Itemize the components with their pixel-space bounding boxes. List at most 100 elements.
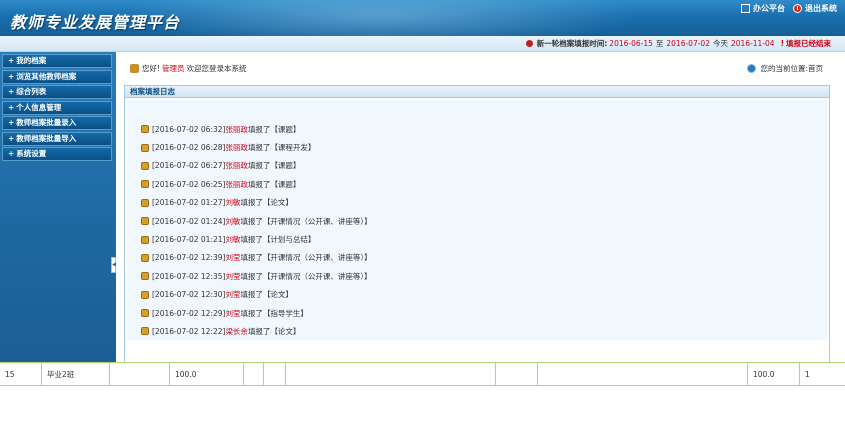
power-icon (793, 4, 802, 13)
plus-icon: + (8, 133, 15, 143)
document-icon (141, 125, 149, 134)
sidebar-item-batch-import[interactable]: + 教师档案批量导入 (2, 131, 112, 146)
plus-icon: + (8, 56, 15, 65)
log-time: [2016-07-02 01:24] (152, 216, 226, 226)
log-user: 刘莹 (225, 271, 241, 281)
table-cell: 毕业2班 (42, 363, 110, 386)
log-user: 刘莹 (225, 308, 241, 318)
log-action: 填报了 (240, 253, 263, 263)
sidebar-item-batch-entry[interactable]: + 教师档案批量录入 (2, 116, 112, 130)
table-cell: 100.0 (170, 363, 244, 386)
log-action: 填报了 (240, 216, 263, 226)
log-action: 填报了 (247, 143, 271, 153)
logout-label: 退出系统 (805, 4, 837, 13)
app-title: 教师专业发展管理平台 (10, 13, 181, 32)
plus-icon: + (8, 71, 15, 81)
log-user: 刘莹 (225, 253, 241, 263)
sidebar-item-my-archive[interactable]: + 我的档案 (2, 54, 112, 68)
table-cell: 100.0 (748, 363, 800, 386)
list-item: [2016-07-02 12:35] 刘莹 填报了 【开课情况（公开课、讲座等）】 (141, 267, 372, 285)
plus-icon: + (8, 87, 15, 96)
log-action: 填报了 (240, 198, 263, 208)
end-date: 2016-07-02 (666, 39, 710, 48)
document-icon (141, 161, 149, 170)
list-item: [2016-07-02 12:30] 刘莹 填报了 【论文】 (141, 286, 372, 304)
log-time: [2016-07-02 12:30] (152, 290, 226, 300)
log-action: 填报了 (240, 235, 263, 245)
log-item-type: 【课程开发】 (270, 143, 316, 153)
sidebar-item-label: 系统设置 (16, 149, 47, 158)
office-platform-label: 办公平台 (753, 4, 785, 13)
log-item-type: 【课题】 (270, 179, 301, 189)
list-item: [2016-07-02 06:25] 张丽政 填报了 【课题】 (141, 175, 372, 193)
log-action: 填报了 (247, 179, 271, 189)
log-list: [2016-07-02 06:32] 张丽政 填报了 【课题】 [2016-07-02… (141, 120, 372, 341)
list-item: [2016-07-02 01:27] 刘敏 填报了 【论文】 (141, 194, 372, 212)
log-item-type: 【指导学生】 (262, 308, 308, 318)
sidebar-item-label: 教师档案批量导入 (16, 133, 77, 143)
log-time: [2016-07-02 01:21] (152, 235, 226, 245)
status-text: 填报已经结束 (781, 38, 831, 49)
document-icon (141, 290, 149, 299)
log-time: [2016-07-02 06:28] (152, 143, 226, 153)
log-item-type: 【课题】 (270, 161, 301, 171)
list-item: [2016-07-02 01:21] 刘敏 填报了 【计划与总结】 (141, 230, 372, 248)
log-time: [2016-07-02 06:32] (152, 124, 226, 134)
table-cell (110, 363, 170, 386)
table-cell (286, 363, 496, 386)
app-window: 教师专业发展管理平台 办公平台 退出系统 新一轮档案填报时间: 2016-06-… (0, 0, 845, 440)
log-user: 梁长余 (225, 326, 248, 336)
sidebar-item-summary-list[interactable]: + 综合列表 (2, 85, 112, 99)
log-time: [2016-07-02 06:25] (152, 179, 226, 189)
sidebar-item-system-settings[interactable]: + 系统设置 (2, 147, 112, 161)
today-date: 2016-11-04 (730, 39, 775, 48)
breadcrumb: 您的当前位置: 首页 (747, 63, 823, 74)
sidebar-item-label: 我的档案 (16, 56, 47, 65)
sidebar-item-personal-info[interactable]: + 个人信息管理 (2, 100, 112, 115)
log-item-type: 【论文】 (262, 290, 293, 300)
log-item-type: 【开课情况（公开课、讲座等）】 (262, 271, 372, 281)
table-cell (264, 363, 286, 386)
log-item-type: 【论文】 (262, 198, 293, 208)
list-item: [2016-07-02 12:22] 梁长余 填报了 【论文】 (141, 322, 372, 340)
log-time: [2016-07-02 12:29] (152, 308, 226, 318)
list-item: [2016-07-02 06:32] 张丽政 填报了 【课题】 (141, 120, 372, 138)
today-label: 今天 (712, 39, 728, 48)
table-cell (244, 363, 264, 386)
office-platform-link[interactable]: 办公平台 (741, 3, 785, 14)
document-icon (141, 253, 149, 262)
log-item-type: 【论文】 (270, 326, 301, 336)
header-glow (120, 0, 640, 36)
to-text: 至 (655, 39, 664, 48)
table-cell: 15 (0, 363, 42, 386)
sidebar-item-label: 综合列表 (16, 87, 47, 96)
greeting: 您好! 管理员 欢迎您登录本系统 (130, 63, 247, 74)
list-item: [2016-07-02 12:39] 刘莹 填报了 【开课情况（公开课、讲座等）】 (141, 249, 372, 267)
sidebar-item-browse-archives[interactable]: + 浏览其他教师档案 (2, 69, 112, 84)
log-action: 填报了 (240, 290, 263, 300)
logout-link[interactable]: 退出系统 (793, 3, 837, 14)
document-icon (141, 272, 149, 281)
panel-title: 档案填报日志 (125, 86, 829, 98)
office-icon (741, 4, 750, 13)
log-user: 张丽政 (225, 143, 248, 153)
log-user: 刘敏 (225, 216, 241, 226)
document-icon (141, 309, 149, 318)
log-time: [2016-07-02 01:27] (152, 198, 226, 208)
log-item-type: 【开课情况（公开课、讲座等）】 (262, 216, 372, 226)
log-panel: 档案填报日志 [2016-07-02 06:32] 张丽政 填报了 【课题】 [201… (124, 85, 830, 382)
user-icon (130, 64, 139, 73)
log-item-type: 【课题】 (270, 124, 301, 134)
breadcrumb-home[interactable]: 首页 (808, 63, 823, 74)
log-time: [2016-07-02 06:27] (152, 161, 226, 171)
plus-icon: + (8, 149, 15, 158)
top-links: 办公平台 退出系统 (741, 3, 837, 14)
list-item: [2016-07-02 06:28] 张丽政 填报了 【课程开发】 (141, 138, 372, 156)
greeting-prefix: 您好! (142, 64, 161, 73)
log-action: 填报了 (240, 308, 263, 318)
table-row: 15 毕业2班 100.0 100.0 1 (0, 362, 845, 386)
log-user: 张丽政 (225, 124, 248, 134)
document-icon (141, 198, 149, 207)
log-action: 填报了 (240, 271, 263, 281)
document-icon (141, 217, 149, 226)
